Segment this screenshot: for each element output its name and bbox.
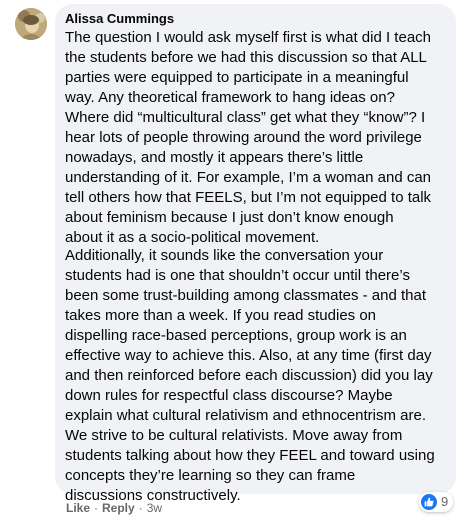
separator: · bbox=[138, 501, 143, 515]
thumbs-up-icon bbox=[421, 494, 437, 510]
avatar[interactable] bbox=[15, 8, 47, 40]
comment-text-line: about it as a socio-political movement. bbox=[65, 229, 320, 246]
comment-text-line: Where did “multicultural class” get what… bbox=[65, 109, 426, 126]
reaction-summary[interactable]: 9 bbox=[419, 492, 454, 512]
comment-text-line: We strive to be cultural relativists. Mo… bbox=[65, 427, 403, 444]
comment-paragraph-1: The question I would ask myself first is… bbox=[65, 28, 455, 248]
avatar-image bbox=[15, 8, 47, 40]
like-button[interactable]: Like bbox=[66, 500, 90, 516]
comment-text-line: understanding of it. For example, I’m a … bbox=[65, 169, 432, 186]
comment-text-line: takes more than a week. If you read stud… bbox=[65, 307, 377, 324]
comment-text-line: explain what cultural relativism and eth… bbox=[65, 407, 427, 424]
reply-button[interactable]: Reply bbox=[102, 500, 135, 516]
reaction-count: 9 bbox=[441, 494, 449, 509]
comment-text-line: concepts they’re learning so they can fr… bbox=[65, 467, 356, 484]
separator: · bbox=[94, 501, 99, 515]
comment-text-line: and then reinforced before each discussi… bbox=[65, 367, 433, 384]
comment-text-line: nowadays, and mostly it appears there’s … bbox=[65, 149, 364, 166]
comment-text-line: The question I would ask myself first is… bbox=[65, 29, 431, 46]
author-name[interactable]: Alissa Cummings bbox=[65, 11, 174, 27]
timestamp[interactable]: 3w bbox=[147, 500, 162, 516]
comment-text-line: down rules for respectful class discours… bbox=[65, 387, 393, 404]
comment-text-line: dispelling race-based perceptions, group… bbox=[65, 327, 407, 344]
comment-paragraph-2: Additionally, it sounds like the convers… bbox=[65, 246, 455, 506]
comment-text-line: effective way to achieve this. Also, at … bbox=[65, 347, 432, 364]
comment-text-line: way. Any theoretical framework to hang i… bbox=[65, 89, 395, 106]
comment-text-line: hear lots of people throwing around the … bbox=[65, 129, 422, 146]
comment-text-line: students had is one that shouldn’t occur… bbox=[65, 267, 410, 284]
comment-text-line: parties were equipped to participate in … bbox=[65, 69, 409, 86]
comment-actions: Like · Reply · 3w bbox=[66, 500, 162, 516]
comment-text-line: tell others how that FEELS, but I’m not … bbox=[65, 189, 432, 206]
comment-text-line: the students before we had this discussi… bbox=[65, 49, 427, 66]
comment-text-line: students talking about how they FEEL and… bbox=[65, 447, 435, 464]
comment: Alissa Cummings The question I would ask… bbox=[0, 0, 466, 522]
comment-text-line: been some trust-building among classmate… bbox=[65, 287, 427, 304]
comment-text-line: Additionally, it sounds like the convers… bbox=[65, 247, 384, 264]
comment-text-line: about feminism because I just don’t know… bbox=[65, 209, 394, 226]
